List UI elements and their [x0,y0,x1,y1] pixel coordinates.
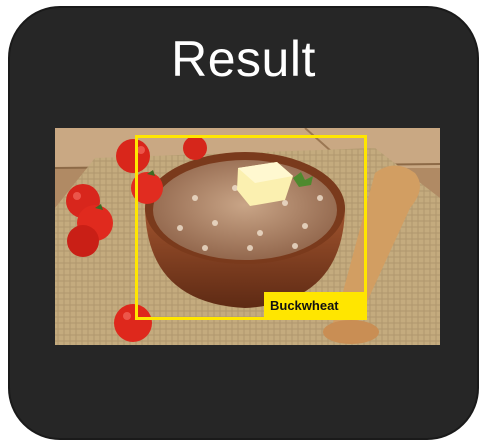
detection-label: Buckwheat [264,292,367,320]
result-title: Result [171,31,316,87]
